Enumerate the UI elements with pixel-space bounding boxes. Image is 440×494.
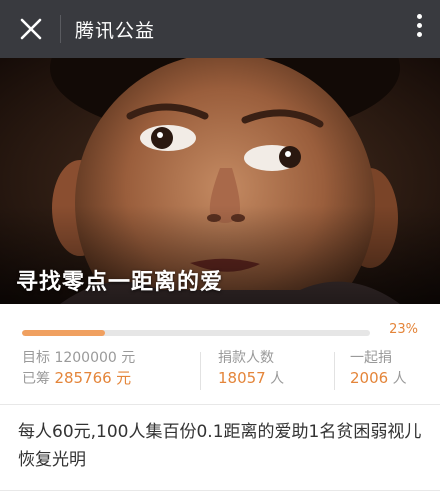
section-divider [0,404,440,405]
more-button[interactable] [412,14,426,44]
hero-caption: 寻找零点一距离的爱 [16,270,224,295]
target-value: 1200000 [54,350,117,366]
header-divider [60,15,61,43]
hero-image[interactable]: 寻找零点一距离的爱 [0,58,440,304]
more-vertical-icon [416,14,422,19]
together-label: 一起捐 [350,350,392,366]
stats-divider [334,352,335,390]
progress-section: 23% 目标 1200000 元 已筹 285766 元 捐款人数 18057 … [0,304,440,404]
stats-row: 目标 1200000 元 已筹 285766 元 捐款人数 18057 人 一起… [0,348,440,396]
donors-stat: 捐款人数 18057 人 [218,348,284,389]
target-stat: 目标 1200000 元 已筹 285766 元 [22,348,135,389]
target-label: 目标 [22,350,50,366]
stats-divider [200,352,201,390]
close-button[interactable] [16,14,46,44]
section-divider [0,490,440,491]
target-unit: 元 [121,350,136,366]
raised-label: 已筹 [22,371,50,387]
together-unit: 人 [392,371,407,387]
donors-unit: 人 [270,371,285,387]
donors-label: 捐款人数 [218,350,274,366]
page-title: 腾讯公益 [75,19,156,42]
progress-percent: 23% [389,322,418,337]
together-value: 2006 [350,369,389,387]
donors-value: 18057 [218,369,266,387]
raised-unit: 元 [116,369,132,387]
top-bar: 腾讯公益 [0,0,440,58]
together-stat[interactable]: 一起捐 2006 人 [350,348,407,389]
raised-value: 285766 [54,369,112,387]
progress-bar [22,330,370,336]
project-description: 每人60元,100人集百份0.1距离的爱助1名贫困弱视儿恢复光明 [18,422,422,470]
progress-fill [22,330,105,336]
close-icon [20,18,42,40]
